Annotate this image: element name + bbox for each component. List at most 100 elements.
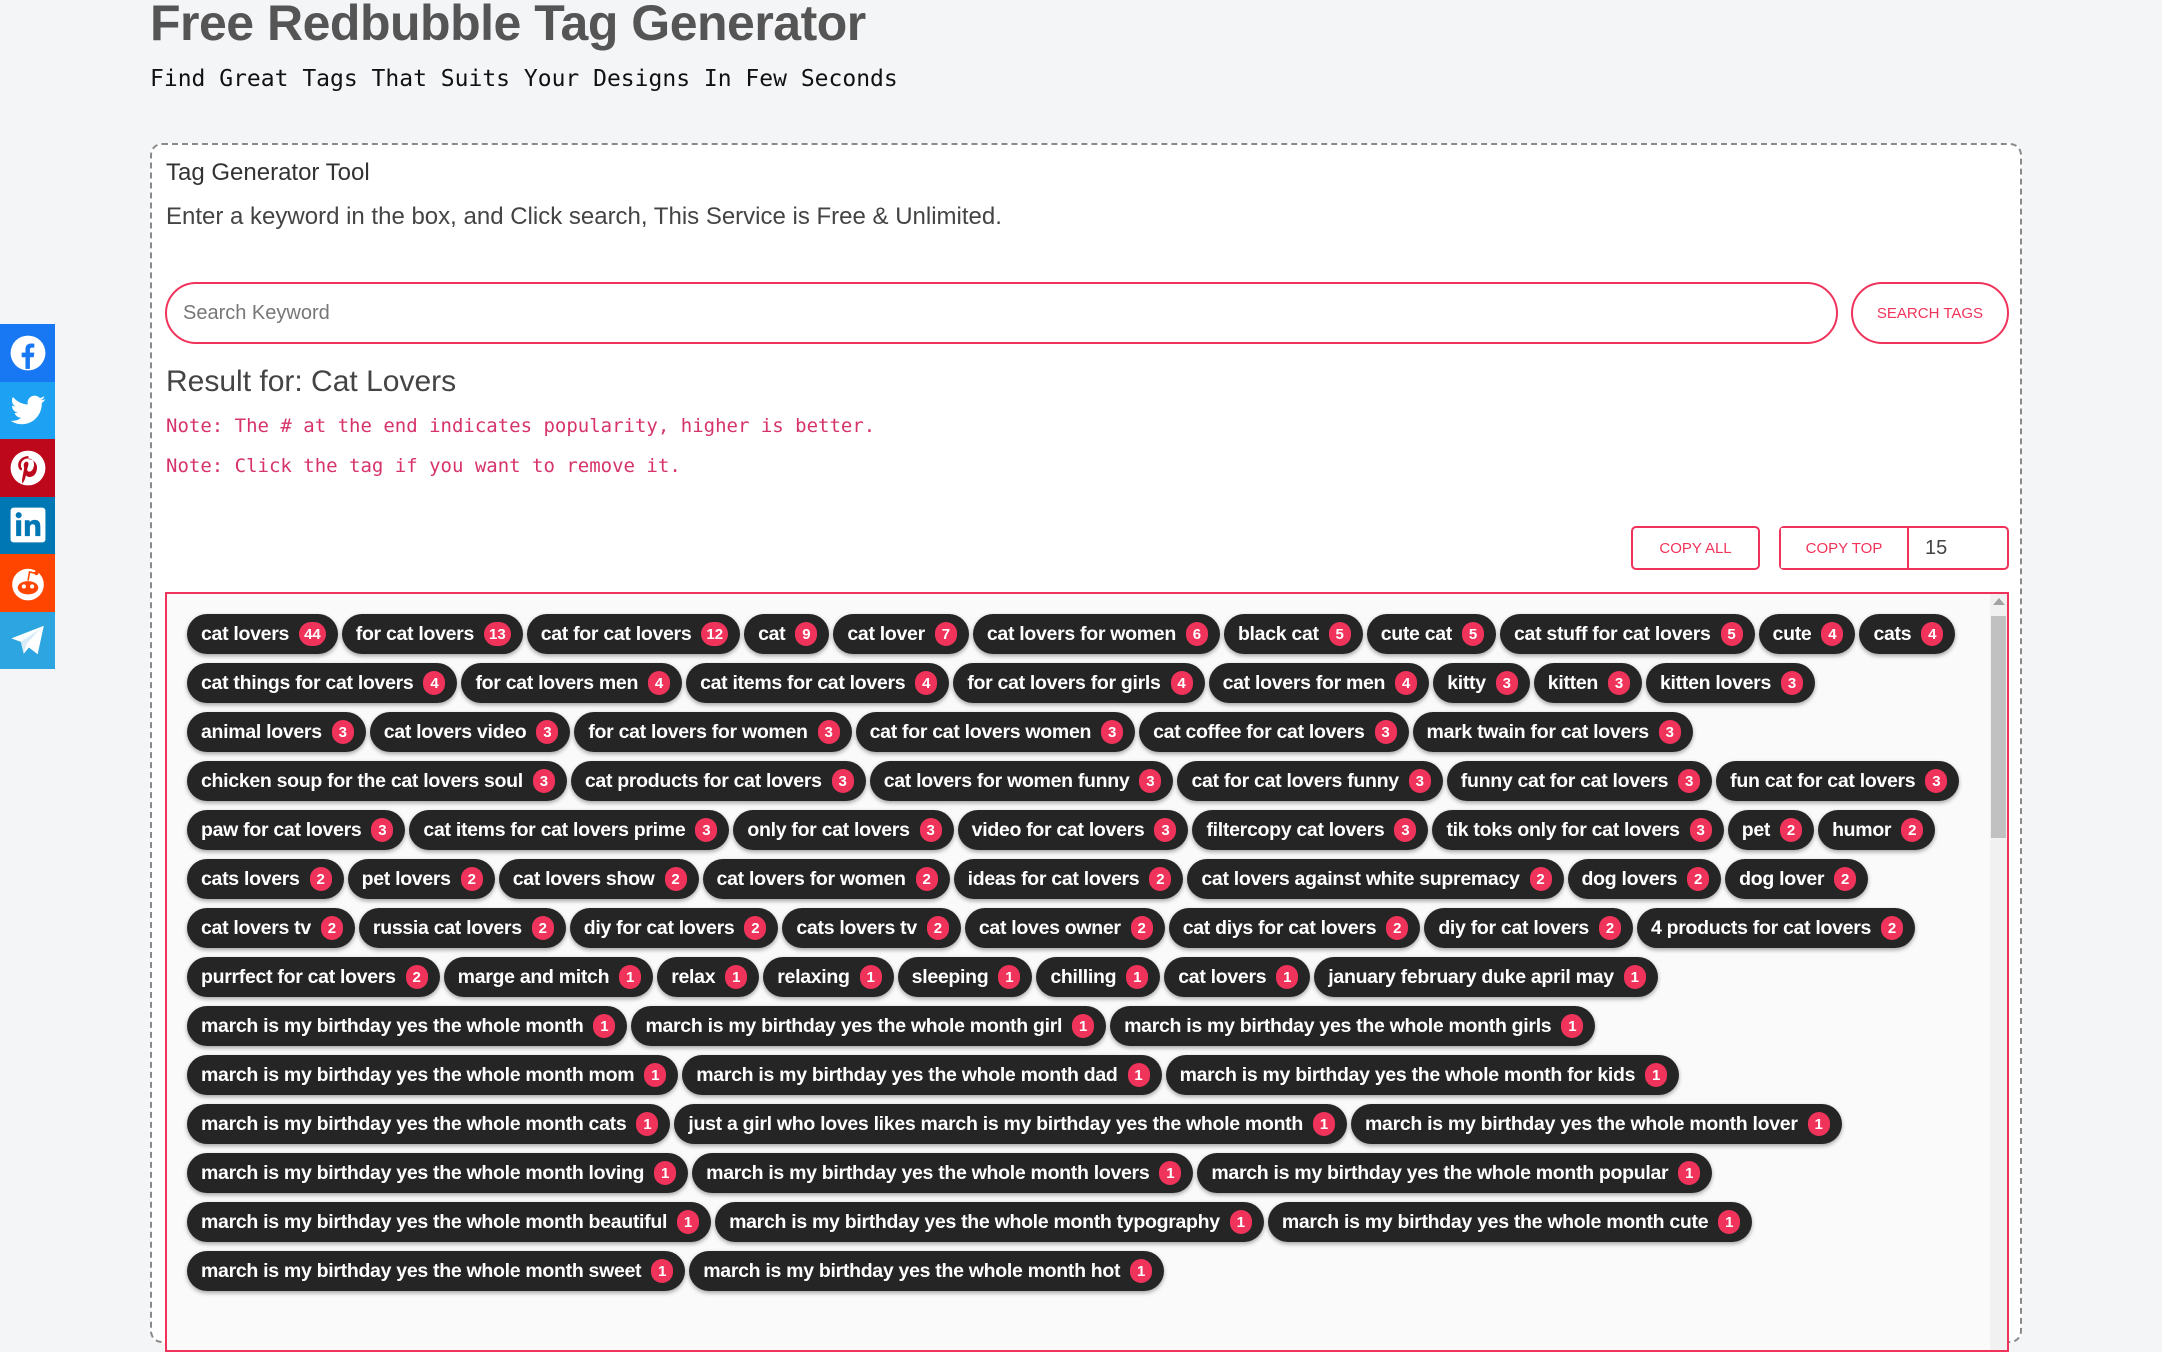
tag-chip[interactable]: sleeping 1 bbox=[897, 957, 1033, 997]
tag-popularity-badge: 1 bbox=[1276, 965, 1299, 989]
tag-chip[interactable]: pet 2 bbox=[1727, 810, 1815, 850]
tag-chip[interactable]: cat diys for cat lovers 2 bbox=[1168, 908, 1421, 948]
tag-chip[interactable]: cat lovers against white supremacy 2 bbox=[1187, 859, 1564, 899]
tag-chip[interactable]: tik toks only for cat lovers 3 bbox=[1432, 810, 1724, 850]
tag-chip[interactable]: march is my birthday yes the whole month… bbox=[187, 1006, 628, 1046]
tag-chip[interactable]: cat lovers 44 bbox=[187, 614, 338, 654]
share-twitter-button[interactable] bbox=[0, 381, 55, 439]
tag-chip[interactable]: black cat 5 bbox=[1223, 614, 1363, 654]
tag-chip[interactable]: ideas for cat lovers 2 bbox=[953, 859, 1184, 899]
tag-chip[interactable]: for cat lovers for women 3 bbox=[574, 712, 852, 752]
tag-chip[interactable]: for cat lovers 13 bbox=[341, 614, 523, 654]
tag-chip[interactable]: cat lover 7 bbox=[833, 614, 969, 654]
tag-chip[interactable]: cat lovers for men 4 bbox=[1208, 663, 1430, 703]
tag-chip[interactable]: dog lover 2 bbox=[1725, 859, 1869, 899]
tag-chip[interactable]: funny cat for cat lovers 3 bbox=[1446, 761, 1713, 801]
tag-chip[interactable]: cat products for cat lovers 3 bbox=[570, 761, 866, 801]
tag-chip[interactable]: march is my birthday yes the whole month… bbox=[1267, 1202, 1753, 1242]
search-keyword-input[interactable] bbox=[165, 282, 1838, 344]
tag-chip[interactable]: march is my birthday yes the whole month… bbox=[187, 1251, 686, 1291]
tag-chip[interactable]: march is my birthday yes the whole month… bbox=[689, 1251, 1165, 1291]
tag-chip[interactable]: march is my birthday yes the whole month… bbox=[187, 1104, 671, 1144]
share-reddit-button[interactable] bbox=[0, 554, 55, 612]
tag-chip[interactable]: march is my birthday yes the whole month… bbox=[1350, 1104, 1842, 1144]
copy-top-count-input[interactable] bbox=[1909, 528, 2007, 568]
tag-chip[interactable]: march is my birthday yes the whole month… bbox=[692, 1153, 1194, 1193]
tag-chip[interactable]: animal lovers 3 bbox=[187, 712, 366, 752]
tag-chip[interactable]: dog lovers 2 bbox=[1567, 859, 1722, 899]
tag-chip[interactable]: kitty 3 bbox=[1433, 663, 1530, 703]
tag-chip[interactable]: cat lovers 1 bbox=[1164, 957, 1311, 997]
tag-chip[interactable]: march is my birthday yes the whole month… bbox=[1197, 1153, 1713, 1193]
tag-chip[interactable]: cat things for cat lovers 4 bbox=[187, 663, 458, 703]
tag-chip[interactable]: diy for cat lovers 2 bbox=[569, 908, 779, 948]
tag-chip[interactable]: pet lovers 2 bbox=[347, 859, 495, 899]
tag-chip[interactable]: cat lovers for women 6 bbox=[972, 614, 1220, 654]
tag-chip[interactable]: cute 4 bbox=[1758, 614, 1856, 654]
tag-chip[interactable]: 4 products for cat lovers 2 bbox=[1636, 908, 1916, 948]
copy-all-button[interactable]: COPY ALL bbox=[1631, 526, 1760, 570]
tag-popularity-badge: 2 bbox=[405, 965, 428, 989]
tag-chip[interactable]: january february duke april may 1 bbox=[1314, 957, 1658, 997]
copy-top-button[interactable]: COPY TOP bbox=[1781, 528, 1909, 568]
tag-chip[interactable]: kitten 3 bbox=[1533, 663, 1643, 703]
tag-chip[interactable]: purrfect for cat lovers 2 bbox=[187, 957, 440, 997]
tag-chip[interactable]: relax 1 bbox=[657, 957, 760, 997]
tag-chip[interactable]: chicken soup for the cat lovers soul 3 bbox=[187, 761, 567, 801]
tag-chip[interactable]: fun cat for cat lovers 3 bbox=[1716, 761, 1960, 801]
share-telegram-button[interactable] bbox=[0, 611, 55, 669]
tag-chip[interactable]: cat items for cat lovers 4 bbox=[686, 663, 950, 703]
tag-chip[interactable]: kitten lovers 3 bbox=[1646, 663, 1815, 703]
tag-chip[interactable]: cat for cat lovers 12 bbox=[526, 614, 741, 654]
tag-chip[interactable]: cat for cat lovers women 3 bbox=[855, 712, 1136, 752]
tag-chip[interactable]: march is my birthday yes the whole month… bbox=[682, 1055, 1162, 1095]
scroll-up-arrow-icon[interactable] bbox=[1993, 598, 2005, 605]
tag-chip[interactable]: cat lovers video 3 bbox=[369, 712, 571, 752]
tag-chip[interactable]: cats 4 bbox=[1859, 614, 1956, 654]
tag-chip[interactable]: cats lovers tv 2 bbox=[782, 908, 961, 948]
tag-chip[interactable]: humor 2 bbox=[1818, 810, 1936, 850]
tag-chip[interactable]: for cat lovers men 4 bbox=[461, 663, 683, 703]
tag-chip[interactable]: cute cat 5 bbox=[1366, 614, 1496, 654]
tag-chip[interactable]: cat for cat lovers funny 3 bbox=[1177, 761, 1443, 801]
search-tags-button[interactable]: SEARCH TAGS bbox=[1851, 282, 2009, 344]
tag-chip[interactable]: cats lovers 2 bbox=[187, 859, 344, 899]
tag-popularity-badge: 3 bbox=[1689, 818, 1712, 842]
tag-chip[interactable]: filtercopy cat lovers 3 bbox=[1192, 810, 1429, 850]
tag-label: cat lovers against white supremacy bbox=[1201, 867, 1520, 890]
tag-chip[interactable]: cat lovers for women funny 3 bbox=[869, 761, 1174, 801]
tag-chip[interactable]: cat stuff for cat lovers 5 bbox=[1500, 614, 1755, 654]
tag-popularity-badge: 3 bbox=[1408, 769, 1431, 793]
tag-chip[interactable]: cat items for cat lovers prime 3 bbox=[409, 810, 730, 850]
scroll-thumb[interactable] bbox=[1991, 616, 2006, 838]
tag-chip[interactable]: march is my birthday yes the whole month… bbox=[187, 1055, 679, 1095]
tag-chip[interactable]: cat lovers show 2 bbox=[498, 859, 699, 899]
share-linkedin-button[interactable] bbox=[0, 496, 55, 554]
tag-chip[interactable]: cat lovers for women 2 bbox=[702, 859, 950, 899]
tag-chip[interactable]: march is my birthday yes the whole month… bbox=[631, 1006, 1107, 1046]
tag-chip[interactable]: marge and mitch 1 bbox=[443, 957, 654, 997]
tag-chip[interactable]: march is my birthday yes the whole month… bbox=[715, 1202, 1264, 1242]
share-facebook-button[interactable] bbox=[0, 324, 55, 382]
tag-chip[interactable]: march is my birthday yes the whole month… bbox=[187, 1153, 689, 1193]
tag-chip[interactable]: video for cat lovers 3 bbox=[957, 810, 1189, 850]
share-pinterest-button[interactable] bbox=[0, 439, 55, 497]
tag-chip[interactable]: just a girl who loves likes march is my … bbox=[674, 1104, 1347, 1144]
tag-chip[interactable]: cat loves owner 2 bbox=[964, 908, 1165, 948]
tag-chip[interactable]: cat lovers tv 2 bbox=[187, 908, 355, 948]
tag-chip[interactable]: march is my birthday yes the whole month… bbox=[1110, 1006, 1596, 1046]
tag-chip[interactable]: march is my birthday yes the whole month… bbox=[1165, 1055, 1680, 1095]
tag-box-scrollbar[interactable] bbox=[1990, 594, 2007, 1350]
tag-chip[interactable]: diy for cat lovers 2 bbox=[1424, 908, 1633, 948]
tag-chip[interactable]: mark twain for cat lovers 3 bbox=[1412, 712, 1693, 752]
tag-popularity-badge: 1 bbox=[725, 965, 748, 989]
tag-chip[interactable]: russia cat lovers 2 bbox=[358, 908, 566, 948]
tag-chip[interactable]: for cat lovers for girls 4 bbox=[953, 663, 1205, 703]
tag-chip[interactable]: chilling 1 bbox=[1036, 957, 1161, 997]
tag-chip[interactable]: march is my birthday yes the whole month… bbox=[187, 1202, 712, 1242]
tag-chip[interactable]: relaxing 1 bbox=[763, 957, 894, 997]
tag-chip[interactable]: cat 9 bbox=[744, 614, 830, 654]
tag-chip[interactable]: only for cat lovers 3 bbox=[733, 810, 954, 850]
tag-chip[interactable]: paw for cat lovers 3 bbox=[187, 810, 406, 850]
tag-chip[interactable]: cat coffee for cat lovers 3 bbox=[1139, 712, 1409, 752]
